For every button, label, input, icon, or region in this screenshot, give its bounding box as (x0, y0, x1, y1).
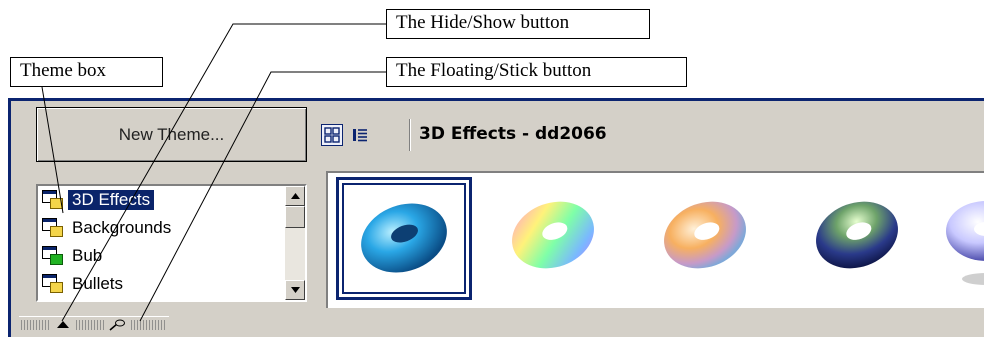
icon-view-button[interactable] (321, 124, 343, 146)
floating-stick-button[interactable] (107, 318, 127, 332)
scroll-up-button[interactable] (285, 186, 305, 206)
hide-show-icon (57, 321, 69, 328)
arrow-down-icon (290, 287, 300, 293)
gallery-bottom-bar (19, 316, 169, 333)
grip-handle[interactable] (131, 320, 165, 330)
gallery-thumbnail-orange-torus[interactable] (640, 177, 776, 300)
grip-handle[interactable] (21, 320, 51, 330)
hide-show-callout: The Hide/Show button (386, 9, 650, 39)
gallery-toolbar: 3D Effects - dd2066 (317, 101, 984, 171)
theme-item-3d-effects[interactable]: 3D Effects (38, 186, 305, 214)
theme-box-callout: Theme box (10, 57, 163, 87)
theme-item-backgrounds[interactable]: Backgrounds (38, 214, 305, 242)
theme-item-label: Bullets (72, 274, 124, 293)
floating-stick-icon (109, 319, 125, 331)
icon-view-icon (324, 127, 340, 143)
theme-item-bub[interactable]: Bub (38, 242, 305, 270)
scroll-down-button[interactable] (285, 280, 305, 300)
hide-show-button[interactable] (53, 318, 73, 332)
gallery-title: 3D Effects - dd2066 (419, 124, 607, 144)
theme-list-scrollbar[interactable] (285, 186, 305, 300)
gallery-preview-area (326, 171, 984, 308)
gallery-thumbnail-blue-torus[interactable] (336, 177, 472, 300)
gallery-window: New Theme... 3D Effects Backgrounds Bub … (8, 98, 984, 337)
theme-folder-green-icon (42, 246, 64, 266)
new-theme-button[interactable]: New Theme... (36, 107, 307, 162)
theme-item-label: Backgrounds (72, 218, 172, 237)
gallery-thumbnail-dark-torus[interactable] (792, 177, 928, 300)
grip-handle[interactable] (76, 320, 104, 330)
theme-folder-icon (42, 190, 64, 210)
floating-stick-callout: The Floating/Stick button (386, 57, 687, 87)
gallery-thumbnail-rainbow-torus[interactable] (488, 177, 624, 300)
arrow-up-icon (290, 193, 300, 199)
gallery-thumbnail-violet-torus[interactable] (942, 177, 984, 300)
scroll-thumb[interactable] (285, 206, 305, 228)
detail-view-button[interactable] (349, 124, 371, 146)
theme-item-label: 3D Effects (68, 190, 155, 210)
theme-folder-icon (42, 274, 64, 294)
theme-item-bullets[interactable]: Bullets (38, 270, 305, 298)
theme-folder-icon (42, 218, 64, 238)
detail-view-icon (353, 129, 367, 142)
theme-item-label: Bub (72, 246, 103, 265)
theme-list[interactable]: 3D Effects Backgrounds Bub Bullets (36, 184, 307, 302)
toolbar-separator (409, 119, 411, 151)
